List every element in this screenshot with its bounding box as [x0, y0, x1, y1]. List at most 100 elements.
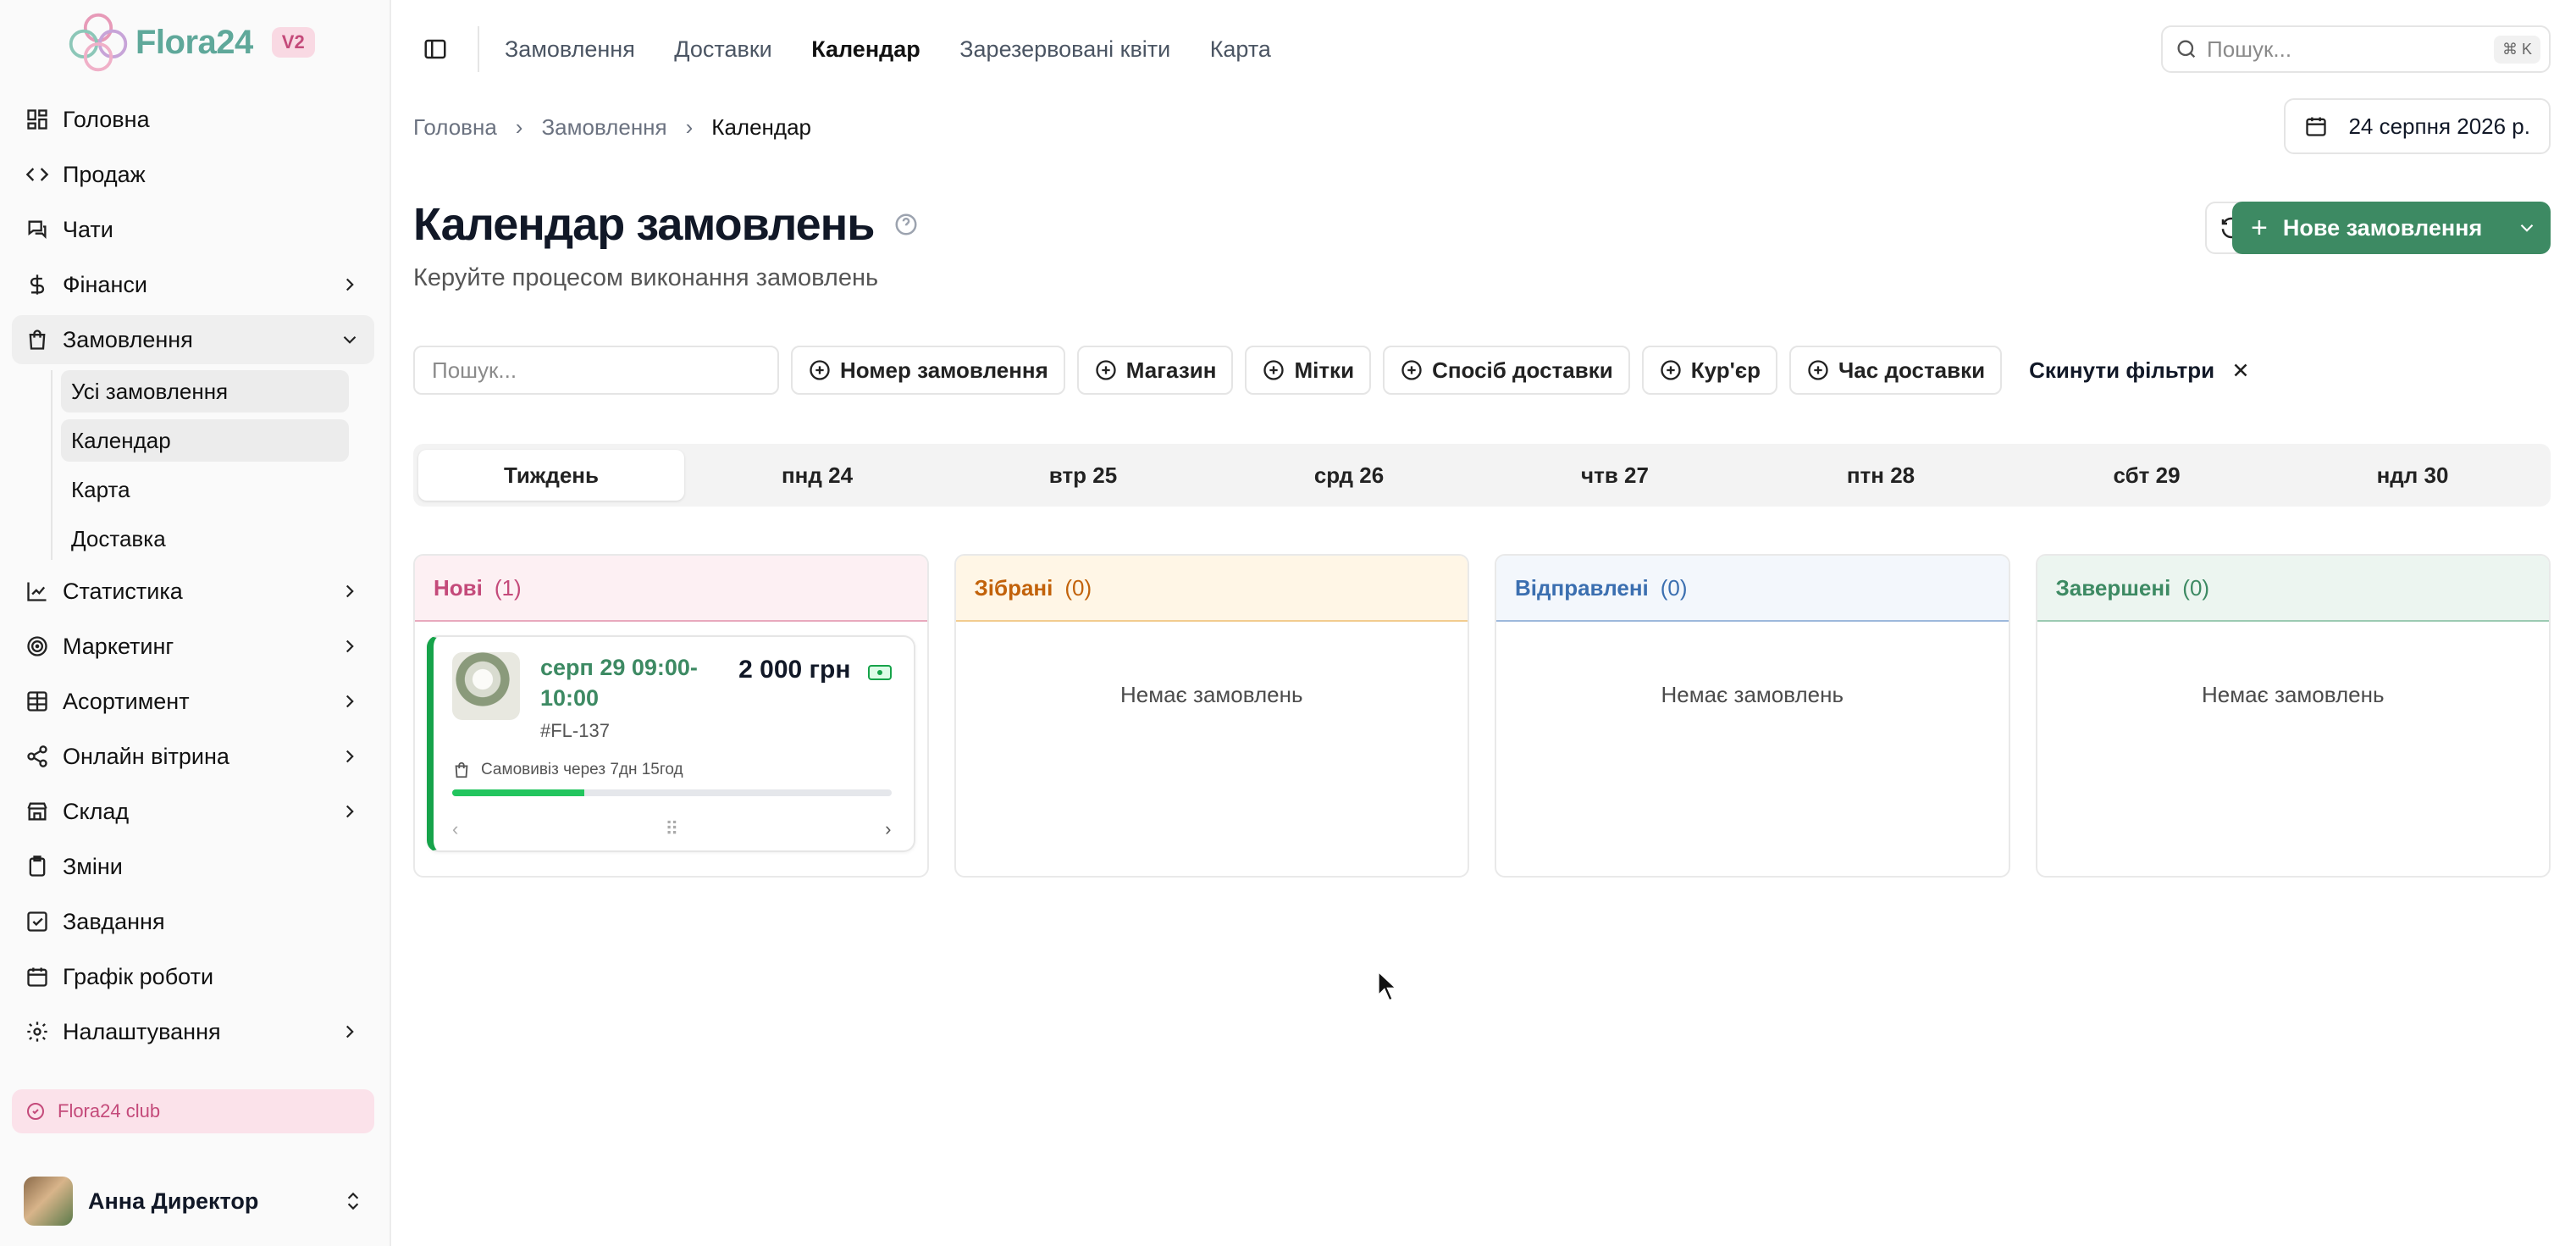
- club-link[interactable]: Flora24 club: [12, 1089, 374, 1133]
- breadcrumb-current: Календар: [711, 114, 811, 140]
- filter-store[interactable]: Магазин: [1076, 346, 1234, 395]
- global-search-input[interactable]: Пошук... ⌘ K: [2161, 25, 2551, 73]
- sidebar-nav: Головна Продаж Чати Фінанси Замовлення У…: [12, 95, 374, 1062]
- sidebar-item-online-store[interactable]: Онлайн вітрина: [12, 732, 374, 781]
- topbar: Замовлення Доставки Календар Зарезервова…: [391, 0, 2576, 98]
- orders-search-input[interactable]: Пошук...: [413, 346, 779, 395]
- sidebar-item-label: Зміни: [63, 853, 123, 879]
- sidebar-item-settings[interactable]: Налаштування: [12, 1007, 374, 1056]
- sidebar-item-warehouse[interactable]: Склад: [12, 787, 374, 836]
- plus-circle-icon: [810, 360, 830, 380]
- chevron-right-icon: [345, 695, 354, 708]
- sidebar-toggle-button[interactable]: [418, 32, 452, 66]
- club-badge-icon: [27, 1103, 44, 1120]
- column-header: Нові (1): [415, 556, 927, 622]
- tab-day-sat[interactable]: сбт 29: [2014, 450, 2280, 501]
- tab-orders[interactable]: Замовлення: [505, 36, 635, 62]
- filter-label: Номер замовлення: [840, 357, 1048, 383]
- sidebar-item-assortment[interactable]: Асортимент: [12, 677, 374, 726]
- gear-icon: [25, 1020, 49, 1044]
- filter-tags[interactable]: Мітки: [1245, 346, 1372, 395]
- move-right-icon[interactable]: ›: [885, 818, 891, 840]
- logo[interactable]: Flora24 V2: [0, 0, 390, 85]
- user-name: Анна Директор: [88, 1188, 259, 1214]
- sidebar-item-sales[interactable]: Продаж: [12, 150, 374, 199]
- time-progress-fill: [452, 789, 584, 796]
- sidebar-item-schedule[interactable]: Графік роботи: [12, 952, 374, 1001]
- dashboard-icon: [25, 108, 49, 131]
- plus-circle-icon: [1661, 360, 1681, 380]
- cash-icon: [867, 665, 892, 680]
- sidebar-subitem-map[interactable]: Карта: [61, 468, 349, 511]
- orders-subnav: Усі замовлення Календар Карта Доставка: [51, 370, 374, 560]
- sidebar-item-finance[interactable]: Фінанси: [12, 260, 374, 309]
- day-tabs: Тиждень пнд 24 втр 25 срд 26 чтв 27 птн …: [413, 444, 2551, 507]
- tab-week[interactable]: Тиждень: [418, 450, 684, 501]
- reset-filters-label: Скинути фільтри: [2029, 357, 2215, 383]
- filter-delivery-time[interactable]: Час доставки: [1789, 346, 2003, 395]
- sidebar-item-marketing[interactable]: Маркетинг: [12, 622, 374, 671]
- sidebar-item-chats[interactable]: Чати: [12, 205, 374, 254]
- filter-delivery-method[interactable]: Спосіб доставки: [1383, 346, 1630, 395]
- date-label: 24 серпня 2026 р.: [2348, 113, 2530, 139]
- date-picker-button[interactable]: 24 серпня 2026 р.: [2284, 98, 2551, 154]
- order-card[interactable]: серп 29 09:00-10:00 #FL-137 2 000 грн Са…: [427, 635, 915, 852]
- top-nav: Замовлення Доставки Календар Зарезервова…: [505, 36, 1307, 63]
- sidebar-item-label: Фінанси: [63, 271, 147, 297]
- sidebar-subitem-calendar[interactable]: Календар: [61, 419, 349, 462]
- sidebar-item-shifts[interactable]: Зміни: [12, 842, 374, 891]
- pickup-info: Самовивіз через 7дн 15год: [452, 761, 892, 779]
- sidebar-subitem-delivery[interactable]: Доставка: [61, 518, 349, 560]
- sidebar-item-label: Графік роботи: [63, 963, 214, 989]
- page-subtitle: Керуйте процесом виконання замовлень: [413, 264, 879, 291]
- tab-deliveries[interactable]: Доставки: [674, 36, 771, 62]
- sidebar-item-label: Маркетинг: [63, 633, 174, 659]
- filter-label: Магазин: [1125, 357, 1217, 383]
- breadcrumb-home[interactable]: Головна: [413, 114, 497, 141]
- breadcrumb-orders[interactable]: Замовлення: [541, 114, 666, 141]
- column-body: серп 29 09:00-10:00 #FL-137 2 000 грн Са…: [415, 622, 927, 876]
- bag-icon: [455, 761, 468, 778]
- tab-day-sun[interactable]: ндл 30: [2280, 450, 2546, 501]
- sidebar-item-label: Склад: [63, 798, 130, 824]
- sidebar-subitem-all-orders[interactable]: Усі замовлення: [61, 370, 349, 413]
- breadcrumb-separator-icon: ›: [685, 114, 694, 140]
- tab-reserved-flowers[interactable]: Зарезервовані квіти: [959, 36, 1170, 62]
- filter-order-number[interactable]: Номер замовлення: [791, 346, 1065, 395]
- column-completed: Завершені (0) Немає замовлень: [2035, 554, 2551, 878]
- column-count: (0): [1660, 574, 1688, 601]
- sidebar-item-label: Налаштування: [63, 1018, 221, 1044]
- sidebar-item-statistics[interactable]: Статистика: [12, 567, 374, 616]
- tab-day-tue[interactable]: втр 25: [950, 450, 1216, 501]
- sidebar-item-label: Завдання: [63, 908, 165, 934]
- sidebar-item-home[interactable]: Головна: [12, 95, 374, 144]
- reset-filters-button[interactable]: Скинути фільтри: [2029, 357, 2252, 384]
- user-menu[interactable]: Анна Директор: [24, 1176, 364, 1227]
- new-order-dropdown-button[interactable]: [2503, 202, 2551, 254]
- new-order-button[interactable]: + Нове замовлення: [2232, 202, 2551, 254]
- calendar-icon: [2306, 117, 2327, 136]
- sidebar-item-label: Статистика: [63, 578, 183, 604]
- help-circle-icon[interactable]: [893, 212, 919, 237]
- move-left-icon[interactable]: ‹: [452, 818, 458, 840]
- empty-state: Немає замовлень: [2201, 681, 2385, 707]
- drag-handle-icon[interactable]: ⠿: [665, 818, 678, 840]
- tab-map[interactable]: Карта: [1210, 36, 1271, 62]
- search-icon: [2177, 40, 2196, 58]
- tab-day-wed[interactable]: срд 26: [1216, 450, 1482, 501]
- clipboard-icon: [25, 855, 49, 878]
- sidebar-item-tasks[interactable]: Завдання: [12, 897, 374, 946]
- tab-day-thu[interactable]: чтв 27: [1482, 450, 1748, 501]
- plus-circle-icon: [1808, 360, 1828, 380]
- filter-label: Кур'єр: [1690, 357, 1761, 383]
- sidebar-item-orders[interactable]: Замовлення: [12, 315, 374, 364]
- tab-calendar[interactable]: Календар: [811, 36, 920, 62]
- flower-logo-icon: [69, 13, 128, 72]
- tab-day-fri[interactable]: птн 28: [1748, 450, 2014, 501]
- filter-courier[interactable]: Кур'єр: [1641, 346, 1778, 395]
- page-title-text: Календар замовлень: [413, 199, 875, 250]
- plus-circle-icon: [1263, 360, 1285, 380]
- breadcrumb: Головна › Замовлення › Календар 24 серпн…: [413, 98, 2551, 156]
- chevron-right-icon: [345, 640, 354, 653]
- tab-day-mon[interactable]: пнд 24: [684, 450, 950, 501]
